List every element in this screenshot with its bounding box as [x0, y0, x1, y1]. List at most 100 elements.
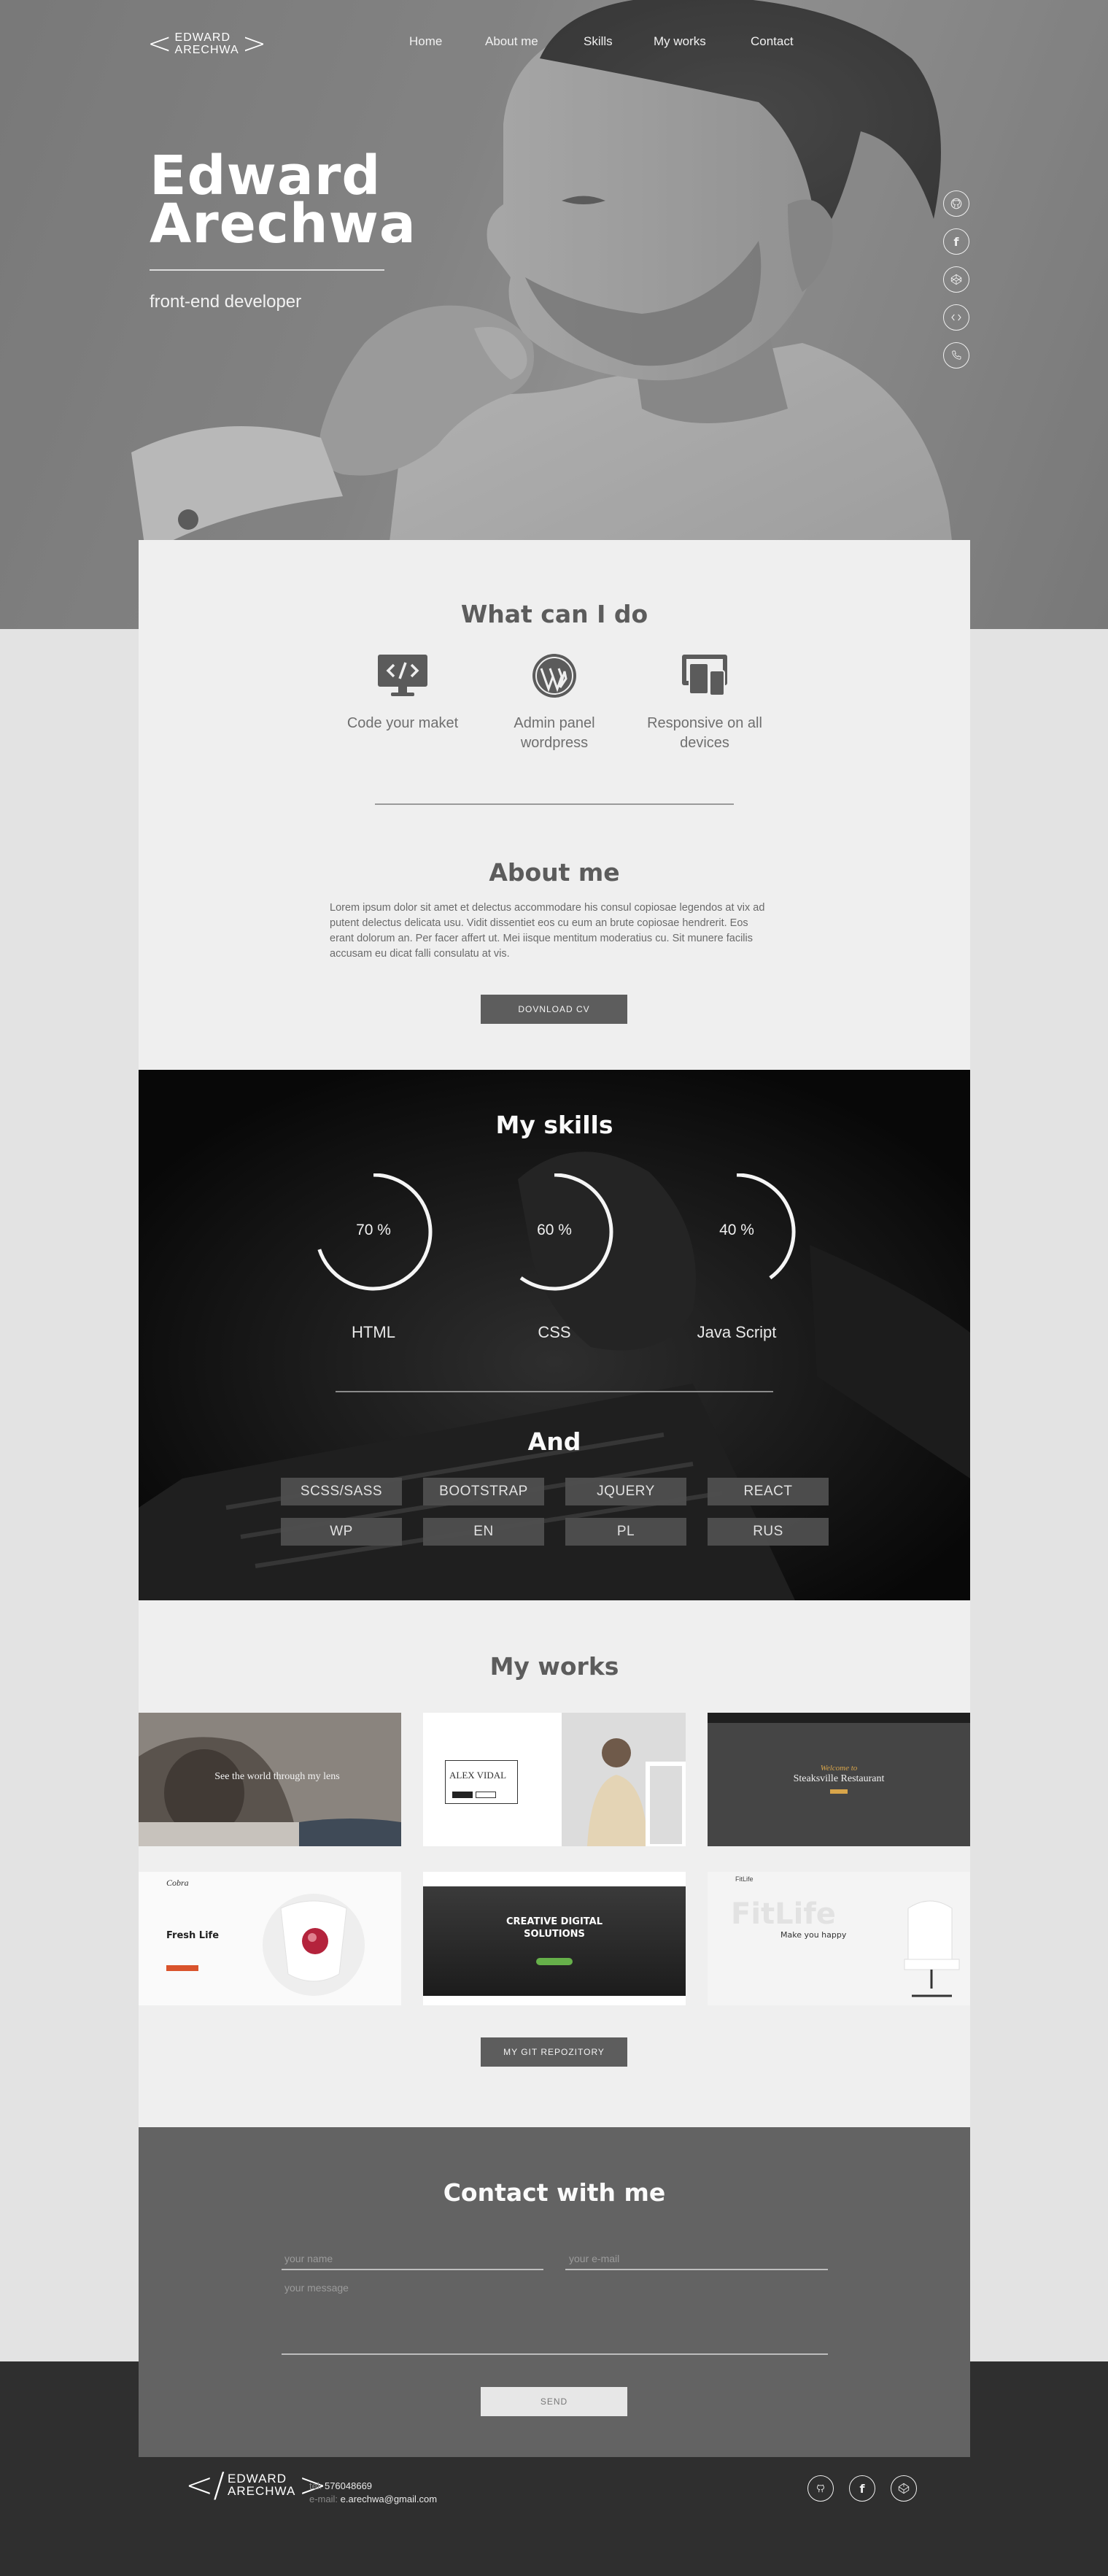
work-thumbnail-restaurant[interactable]: Welcome to Steaksville Restaurant	[708, 1713, 970, 1846]
skill-tag: SCSS/SASS	[281, 1478, 402, 1505]
logo-text-bottom: ARECHWA	[228, 2484, 296, 2498]
work-image	[263, 1894, 365, 1996]
services-title: What can I do	[460, 600, 648, 628]
work-brand: Cobra	[166, 1878, 189, 1888]
skill-tag: PL	[565, 1518, 686, 1546]
skill-percent: 40 %	[719, 1222, 754, 1238]
skill-javascript: 40 % Java Script	[671, 1173, 802, 1342]
send-button[interactable]: SEND	[481, 2387, 627, 2416]
work-button-light	[476, 1792, 496, 1798]
work-image	[587, 1738, 686, 1846]
work-thumbnail-photography[interactable]: See the world through my lens	[139, 1713, 401, 1846]
footer-contact-info: tel: 576048669 e-mail: e.arechwa@gmail.c…	[309, 2480, 437, 2506]
work-watermark: FitLife	[731, 1897, 836, 1931]
work-button	[536, 1958, 573, 1965]
codepen-icon[interactable]	[891, 2475, 917, 2502]
message-textarea[interactable]: your message	[284, 2282, 828, 2352]
skills-section: My skills 70 % HTML 60 % CSS 40 % Java S…	[139, 1070, 970, 1600]
facebook-icon[interactable]: f	[849, 2475, 875, 2502]
wordpress-icon	[489, 652, 620, 699]
skill-tag: RUS	[708, 1518, 829, 1546]
work-navbar	[708, 1713, 970, 1723]
github-icon[interactable]	[943, 304, 969, 331]
service-item: Responsive on all devices	[639, 652, 770, 753]
name-input-underline	[282, 2269, 543, 2270]
logo-text-top: EDWARD	[228, 2472, 287, 2486]
skill-percent: 70 %	[356, 1222, 391, 1238]
work-headline: CREATIVE DIGITAL SOLUTIONS	[506, 1916, 603, 1940]
hero-name-last: Arechwa	[150, 193, 417, 255]
code-monitor-icon	[337, 652, 468, 699]
skill-gauge	[317, 1173, 433, 1291]
footer-social-links: f	[807, 2475, 917, 2502]
nav-skills[interactable]: Skills	[584, 34, 613, 49]
github-icon[interactable]	[807, 2475, 834, 2502]
services-about-section: What can I do Code your maket Admin pane…	[139, 540, 970, 1070]
work-navbar	[423, 1872, 686, 1886]
work-thumbnail-fresh-life[interactable]: Cobra Fresh Life	[139, 1872, 401, 2005]
email-label: e-mail:	[309, 2494, 338, 2504]
nav-contact[interactable]: Contact	[751, 34, 794, 49]
work-brand: FitLife	[735, 1875, 753, 1883]
tel-value[interactable]: 576048669	[325, 2480, 372, 2491]
responsive-devices-icon	[639, 652, 770, 699]
email-input[interactable]: your e-mail	[569, 2253, 619, 2264]
hero-portrait-photo	[0, 0, 1108, 629]
name-input[interactable]: your name	[284, 2253, 333, 2264]
nav-about[interactable]: About me	[485, 34, 538, 49]
work-hero	[423, 1886, 686, 1996]
hero-divider	[150, 269, 384, 271]
hero-name: Edward Arechwa	[150, 149, 417, 251]
hero-social-links: f	[943, 190, 969, 380]
skill-tag: BOOTSTRAP	[423, 1478, 544, 1505]
work-button-dark	[452, 1792, 473, 1798]
phone-icon[interactable]	[943, 342, 969, 369]
git-repository-button[interactable]: MY GIT REPOZITORY	[481, 2037, 627, 2067]
codepen-icon[interactable]	[943, 266, 969, 293]
skill-tag: JQUERY	[565, 1478, 686, 1505]
work-kicker: Welcome to	[820, 1764, 858, 1773]
facebook-icon[interactable]: f	[943, 228, 969, 255]
skills-divider	[336, 1391, 773, 1392]
tel-label: tel:	[309, 2480, 322, 2491]
download-cv-button[interactable]: DOVNLOAD CV	[481, 995, 627, 1024]
service-label: Responsive on all devices	[647, 715, 762, 751]
skills-title: My skills	[495, 1111, 613, 1139]
works-title: My works	[489, 1652, 619, 1681]
work-button	[830, 1789, 848, 1794]
work-footer-strip	[423, 1996, 686, 2005]
footer-logo[interactable]: </ EDWARD ARECHWA >	[185, 2468, 327, 2502]
work-headline: See the world through my lens	[214, 1771, 340, 1782]
logo-left-bracket: <	[147, 27, 172, 61]
skill-html: 70 % HTML	[308, 1173, 439, 1342]
logo-text-top: EDWARD	[174, 31, 231, 44]
email-input-underline	[565, 2269, 828, 2270]
logo-left-bracket: </	[185, 2465, 225, 2504]
work-thumbnail-fitlife[interactable]: FitLife FitLife Make you happy	[708, 1872, 970, 2005]
skill-name: HTML	[352, 1323, 395, 1341]
work-thumbnail-creative-digital[interactable]: CREATIVE DIGITAL SOLUTIONS	[423, 1872, 686, 2005]
nav-works[interactable]: My works	[654, 34, 706, 49]
skill-gauge	[519, 1173, 613, 1291]
skill-tag: WP	[281, 1518, 402, 1546]
and-title: And	[527, 1427, 581, 1456]
logo-text-bottom: ARECHWA	[174, 44, 239, 56]
site-logo[interactable]: < EDWARD ARECHWA >	[147, 29, 266, 58]
work-image	[904, 1900, 960, 1997]
hero-subtitle: front-end developer	[150, 292, 302, 312]
work-thumbnail-alex-vidal[interactable]: ALEX VIDAL	[423, 1713, 686, 1846]
work-button	[166, 1965, 198, 1971]
logo-right-bracket: >	[241, 27, 267, 61]
nav-home[interactable]: Home	[409, 34, 442, 49]
service-item: Code your maket	[337, 652, 468, 733]
work-headline: Make you happy	[780, 1930, 847, 1940]
email-value[interactable]: e.arechwa@gmail.com	[341, 2494, 437, 2504]
skill-css: 60 % CSS	[489, 1173, 620, 1342]
service-label: Code your maket	[346, 715, 459, 731]
skill-gauge	[736, 1173, 796, 1280]
skill-name: Java Script	[697, 1323, 777, 1341]
skill-percent: 60 %	[537, 1222, 572, 1238]
work-headline: Fresh Life	[166, 1930, 220, 1941]
github-icon[interactable]	[943, 190, 969, 217]
section-divider	[375, 803, 734, 805]
